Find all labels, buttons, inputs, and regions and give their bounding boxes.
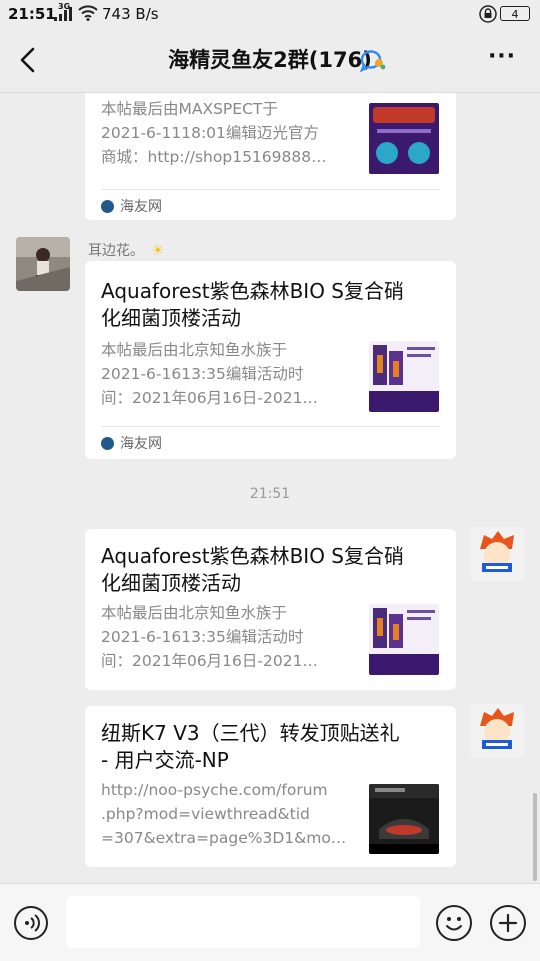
card-desc-line: 本帖最后由北京知鱼水族于 bbox=[101, 604, 288, 622]
avatar[interactable] bbox=[470, 704, 524, 758]
card-source: 海友网 bbox=[101, 433, 162, 453]
network-speed: 743 B/s bbox=[102, 5, 159, 23]
message-input[interactable] bbox=[66, 896, 420, 948]
card-title-line: 化细菌顶楼活动 bbox=[101, 306, 241, 330]
card-desc-line: 2021-6-1613:35编辑活动时 bbox=[101, 365, 304, 383]
card-desc-line: 本帖最后由北京知鱼水族于 bbox=[101, 341, 288, 359]
screen-lock-icon bbox=[479, 5, 497, 23]
card-title-line: - 用户交流-NP bbox=[101, 748, 229, 772]
avatar[interactable] bbox=[470, 527, 524, 581]
group-chat-icon bbox=[359, 50, 386, 73]
emoji-icon[interactable] bbox=[436, 905, 472, 941]
back-chevron-icon[interactable] bbox=[14, 44, 44, 76]
card-desc-line: 本帖最后由MAXSPECT于 bbox=[101, 100, 278, 118]
card-desc-line: 间：2021年06月16日-2021… bbox=[101, 389, 318, 407]
card-title-line: 化细菌顶楼活动 bbox=[101, 571, 241, 595]
card-title-line: Aquaforest紫色森林BIO S复合硝 bbox=[101, 279, 404, 303]
card-title-line: 纽斯K7 V3（三代）转发顶贴送礼 bbox=[101, 721, 400, 745]
sender-name: 耳边花。 ☀ bbox=[88, 243, 165, 259]
signal-icon bbox=[54, 7, 72, 21]
link-card[interactable]: Aquaforest紫色森林BIO S复合硝 化细菌顶楼活动 本帖最后由北京知鱼… bbox=[85, 261, 456, 459]
card-desc-line: 间：2021年06月16日-2021… bbox=[101, 652, 318, 670]
card-thumbnail bbox=[369, 604, 439, 675]
card-thumbnail bbox=[369, 103, 439, 174]
card-desc-line: http://noo-psyche.com/forum bbox=[101, 781, 328, 799]
link-card[interactable]: 纽斯K7 V3（三代）转发顶贴送礼 - 用户交流-NP http://noo-p… bbox=[85, 706, 456, 867]
link-card[interactable]: 本帖最后由MAXSPECT于 2021-6-1118:01编辑迈光官方 商城：h… bbox=[85, 93, 456, 220]
card-desc-line: 商城：http://shop15169888… bbox=[101, 148, 327, 166]
link-card[interactable]: Aquaforest紫色森林BIO S复合硝 化细菌顶楼活动 本帖最后由北京知鱼… bbox=[85, 529, 456, 690]
wifi-icon bbox=[78, 5, 98, 21]
card-desc-line: =307&extra=page%3D1&mo… bbox=[101, 829, 347, 847]
message-timestamp: 21:51 bbox=[249, 486, 291, 502]
card-thumbnail bbox=[369, 341, 439, 412]
card-thumbnail bbox=[369, 784, 439, 854]
battery-icon: 4 bbox=[500, 6, 530, 21]
message-list[interactable]: 本帖最后由MAXSPECT于 2021-6-1118:01编辑迈光官方 商城：h… bbox=[0, 93, 540, 883]
card-desc-line: .php?mod=viewthread&tid bbox=[101, 805, 310, 823]
card-desc-line: 2021-6-1613:35编辑活动时 bbox=[101, 628, 304, 646]
source-logo-icon bbox=[101, 200, 114, 213]
scrollbar[interactable] bbox=[533, 793, 537, 881]
status-bar: 21:51 3G 743 B/s 4 bbox=[0, 0, 540, 28]
plus-icon[interactable] bbox=[490, 905, 526, 941]
card-source: 海友网 bbox=[101, 196, 162, 216]
voice-icon[interactable] bbox=[14, 906, 48, 940]
chat-header: 海精灵鱼友2群(176) ··· bbox=[0, 28, 540, 93]
card-title-line: Aquaforest紫色森林BIO S复合硝 bbox=[101, 544, 404, 568]
source-logo-icon bbox=[101, 437, 114, 450]
status-time: 21:51 bbox=[8, 5, 56, 23]
input-bar bbox=[0, 883, 540, 961]
sun-emoji-icon: ☀ bbox=[151, 243, 165, 259]
more-dots-icon[interactable]: ··· bbox=[486, 46, 518, 72]
chat-title[interactable]: 海精灵鱼友2群(176) bbox=[168, 28, 372, 92]
card-desc-line: 2021-6-1118:01编辑迈光官方 bbox=[101, 124, 319, 142]
avatar[interactable] bbox=[16, 237, 70, 291]
